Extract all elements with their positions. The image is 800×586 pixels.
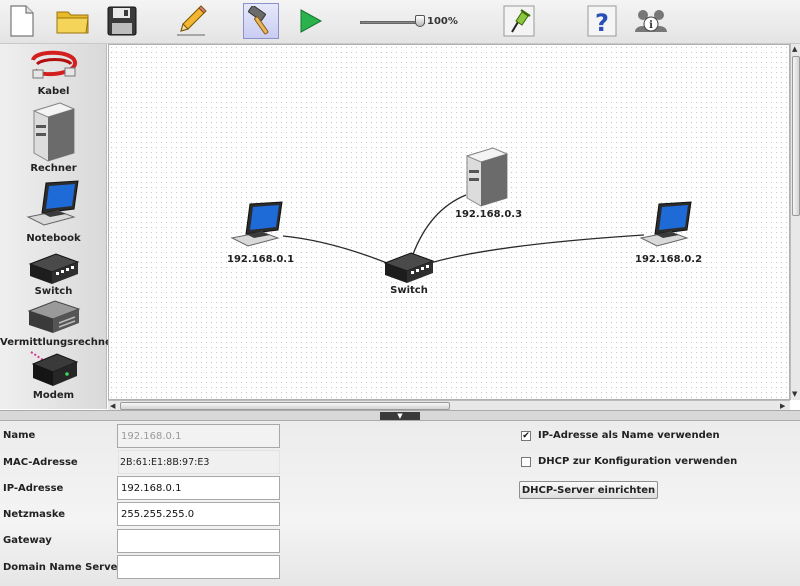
network-canvas[interactable]: 192.168.0.1 192.168.0.3 192.168.0.2 Swit… <box>108 44 790 400</box>
checkbox-checked-icon[interactable]: ✔ <box>521 430 531 441</box>
router-icon <box>27 300 80 333</box>
zoom-value: 100% <box>427 16 458 27</box>
gateway-label: Gateway <box>3 535 52 546</box>
info-users-icon: i <box>635 10 667 32</box>
about-button[interactable]: i <box>633 3 669 39</box>
edit-mode-button[interactable] <box>173 3 209 39</box>
svg-text:i: i <box>649 20 653 31</box>
node-server[interactable]: 192.168.0.3 <box>455 145 523 220</box>
component-palette: Kabel Rechner Notebook Switch Vermittlun… <box>0 44 117 409</box>
scroll-up-icon[interactable]: ▲ <box>792 45 797 53</box>
open-button[interactable] <box>55 3 91 39</box>
node-label: 192.168.0.3 <box>455 209 523 220</box>
node-notebook-2[interactable]: 192.168.0.2 <box>635 200 703 265</box>
play-icon <box>300 9 323 33</box>
palette-item-kabel[interactable]: Kabel <box>0 48 107 97</box>
edit-pencil-icon <box>177 5 207 36</box>
use-ip-as-name-checkbox[interactable]: ✔ IP-Adresse als Name verwenden <box>521 430 720 441</box>
open-folder-icon <box>56 11 89 34</box>
ip-address-field[interactable] <box>117 476 280 500</box>
properties-panel: Name MAC-Adresse 2B:61:E1:8B:97:E3 IP-Ad… <box>0 421 800 586</box>
node-switch[interactable]: Switch <box>381 249 437 296</box>
notebook-icon <box>230 201 283 247</box>
vertical-scroll-thumb[interactable] <box>792 56 800 216</box>
mac-address-value: 2B:61:E1:8B:97:E3 <box>118 450 280 474</box>
cable-link <box>426 234 645 265</box>
palette-item-notebook[interactable]: Notebook <box>0 179 107 244</box>
svg-text:?: ? <box>595 9 609 37</box>
save-icon <box>107 6 137 36</box>
hammer-icon <box>248 6 269 35</box>
zoom-slider[interactable]: 100% <box>360 12 480 32</box>
scroll-right-icon[interactable]: ▶ <box>780 402 785 410</box>
switch-icon <box>28 253 79 284</box>
palette-label: Modem <box>32 390 75 401</box>
palette-item-modem[interactable]: Modem <box>0 348 107 401</box>
wizard-button[interactable] <box>501 3 537 39</box>
dns-field[interactable] <box>117 555 280 579</box>
cable-icon <box>30 50 77 79</box>
save-button[interactable] <box>104 3 140 39</box>
ip-address-label: IP-Adresse <box>3 483 64 494</box>
node-notebook-1[interactable]: 192.168.0.1 <box>227 200 295 265</box>
modem-icon <box>29 351 78 386</box>
palette-item-vermittlungsrechner[interactable]: Vermittlungsrechner <box>0 299 117 348</box>
notebook-icon <box>25 180 79 226</box>
horizontal-scroll-thumb[interactable] <box>120 402 450 410</box>
mac-address-label: MAC-Adresse <box>3 457 78 468</box>
server-icon <box>465 147 509 207</box>
help-button[interactable]: ? <box>584 3 620 39</box>
palette-item-switch[interactable]: Switch <box>0 250 107 297</box>
notebook-icon <box>639 201 692 247</box>
node-label: Switch <box>390 285 428 296</box>
horizontal-scrollbar[interactable]: ◀ ▶ <box>108 400 790 410</box>
dns-label: Domain Name Server <box>3 562 123 573</box>
vertical-scrollbar[interactable]: ▲ ▼ <box>790 44 800 400</box>
palette-label: Notebook <box>26 233 81 244</box>
palette-label: Vermittlungsrechner <box>0 337 117 348</box>
help-icon: ? <box>587 5 617 37</box>
palette-label: Switch <box>34 286 73 297</box>
dhcp-server-setup-button[interactable]: DHCP-Server einrichten <box>519 481 658 499</box>
netmask-label: Netzmaske <box>3 509 66 520</box>
new-file-icon <box>10 5 34 37</box>
switch-icon <box>383 252 435 283</box>
gateway-field[interactable] <box>117 529 280 553</box>
palette-label: Rechner <box>30 163 77 174</box>
netmask-field[interactable] <box>117 502 280 526</box>
new-file-button[interactable] <box>4 3 40 39</box>
name-label: Name <box>3 430 36 441</box>
pin-icon <box>503 5 535 37</box>
node-label: 192.168.0.2 <box>635 254 703 265</box>
run-simulation-button[interactable] <box>292 3 328 39</box>
node-label: 192.168.0.1 <box>227 254 295 265</box>
use-dhcp-label: DHCP zur Konfiguration verwenden <box>538 456 738 467</box>
use-ip-as-name-label: IP-Adresse als Name verwenden <box>538 430 720 441</box>
palette-item-rechner[interactable]: Rechner <box>0 101 107 174</box>
cable-link <box>282 235 398 268</box>
use-dhcp-checkbox[interactable]: DHCP zur Konfiguration verwenden <box>521 456 737 467</box>
collapse-arrow-icon[interactable]: ▼ <box>380 412 420 420</box>
scroll-left-icon[interactable]: ◀ <box>110 402 115 410</box>
simulation-build-button[interactable] <box>243 3 279 39</box>
toolbar: 100% ? i <box>0 0 800 44</box>
checkbox-unchecked-icon[interactable] <box>521 456 531 467</box>
scroll-down-icon[interactable]: ▼ <box>792 390 797 398</box>
name-field[interactable] <box>117 424 280 448</box>
panel-divider[interactable]: ▼ <box>0 410 800 421</box>
palette-label: Kabel <box>37 86 70 97</box>
zoom-slider-thumb[interactable] <box>415 15 425 27</box>
server-icon <box>32 102 75 162</box>
